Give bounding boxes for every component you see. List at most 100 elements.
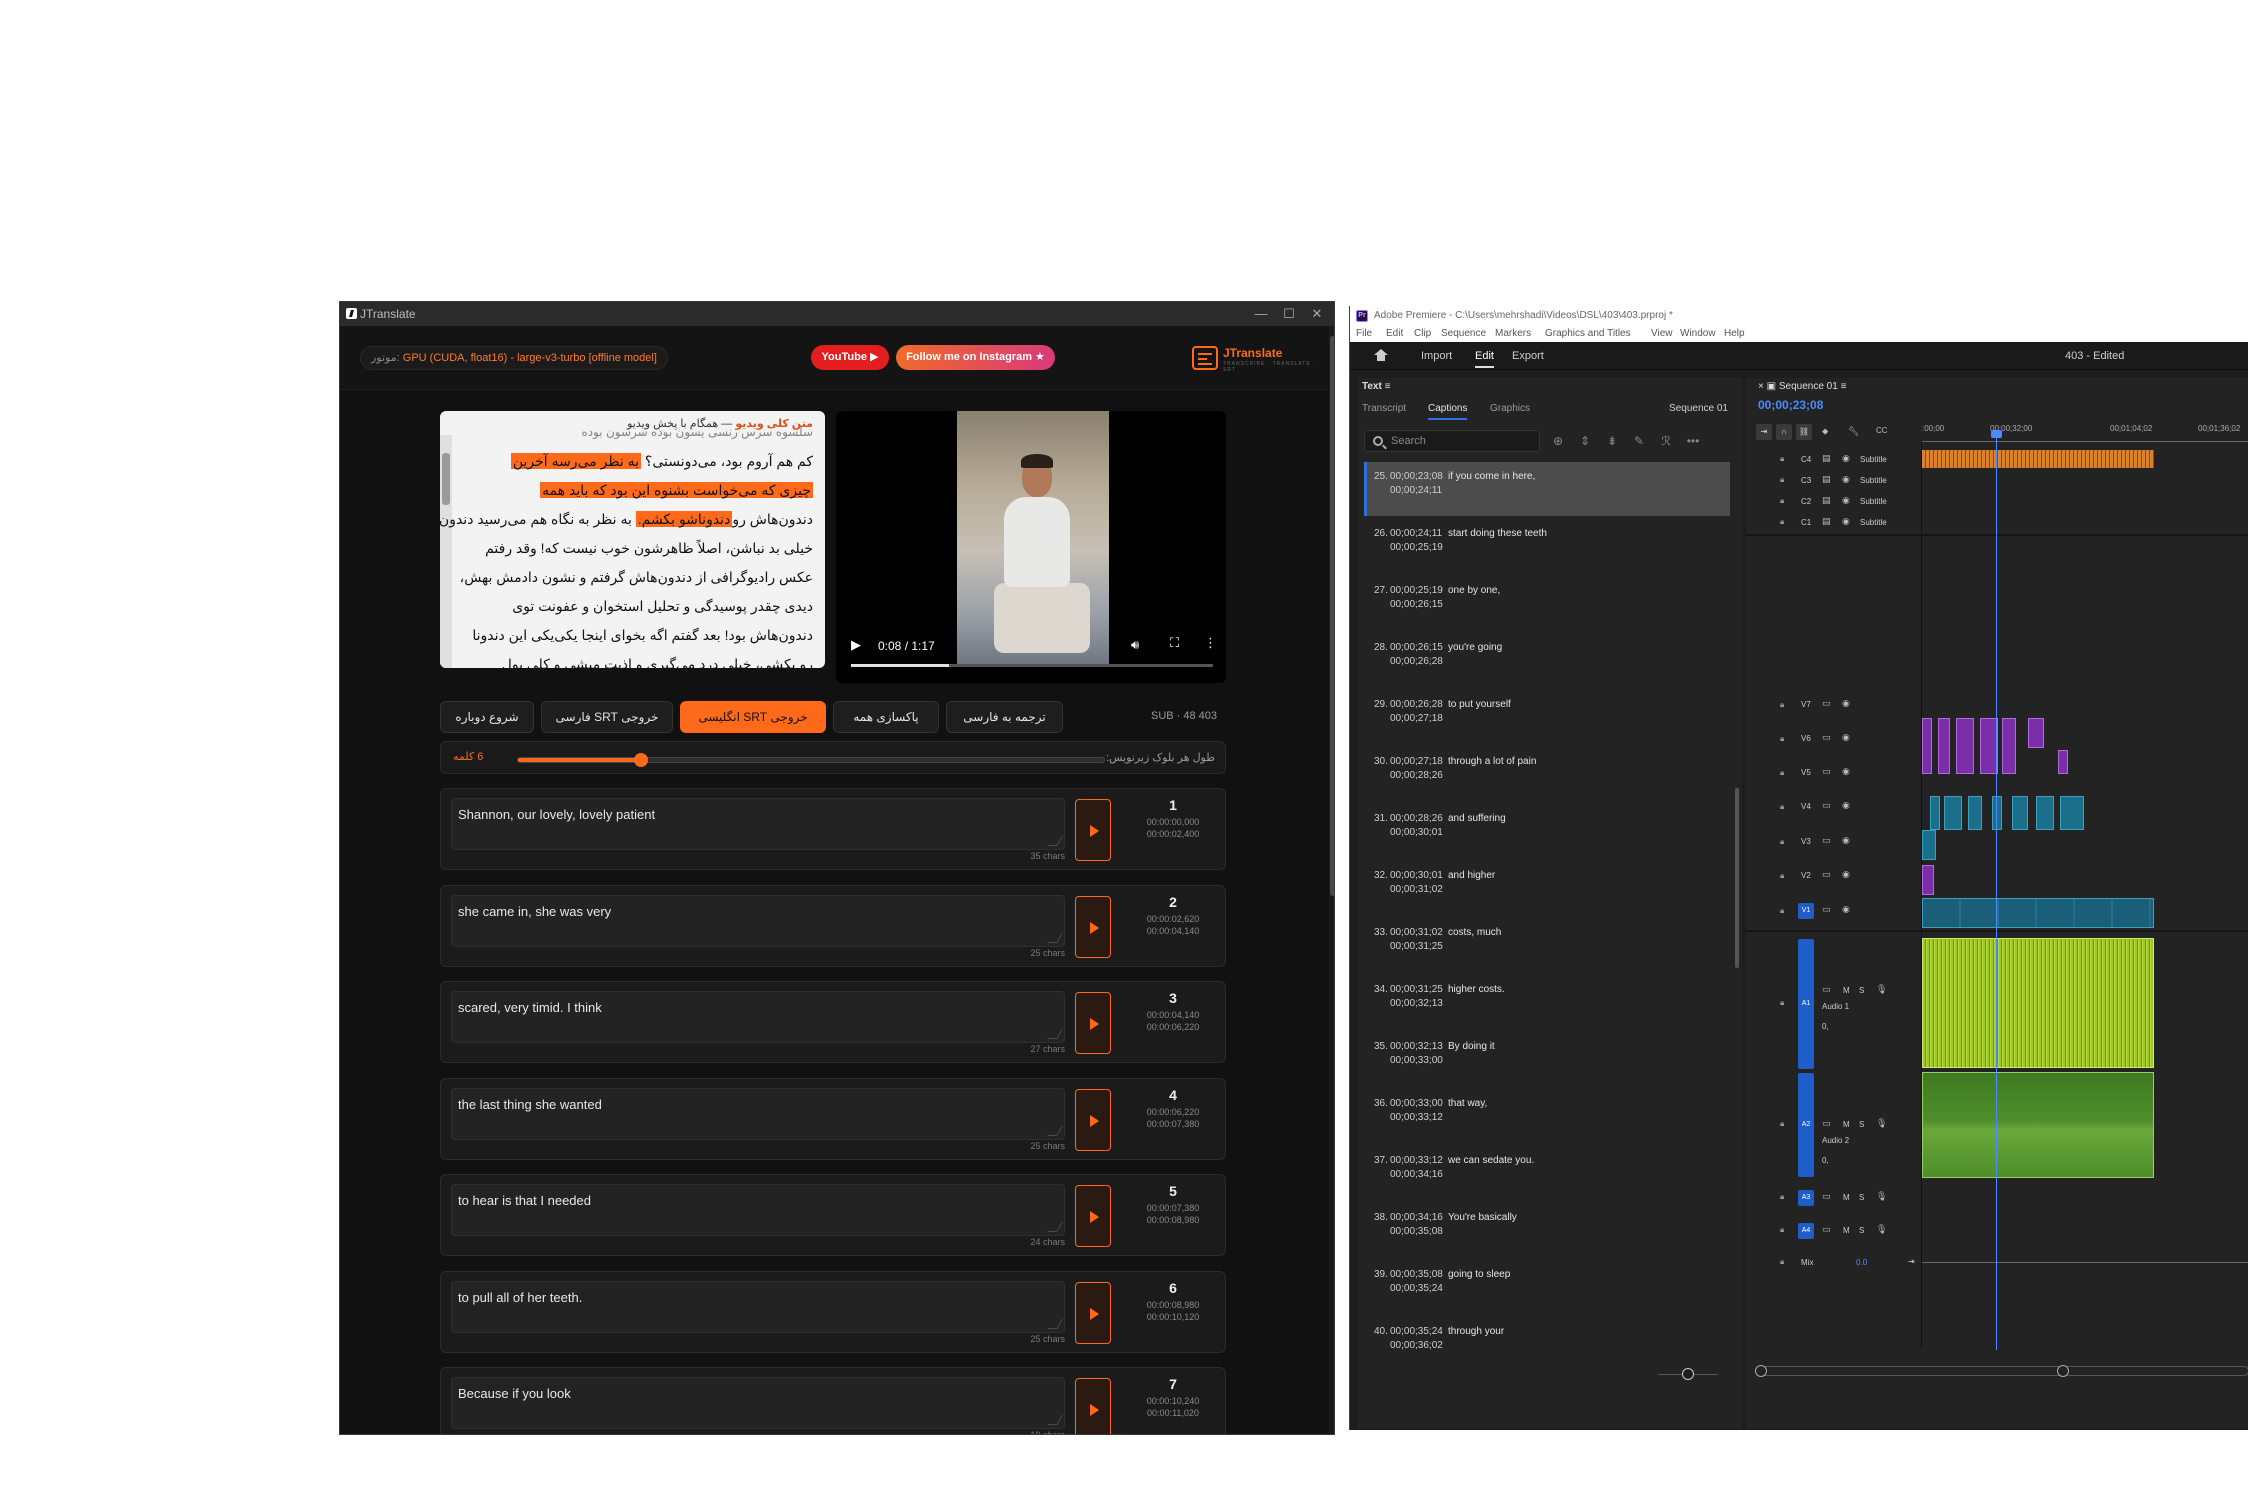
video-clip[interactable] bbox=[1922, 865, 1934, 895]
lock-icon[interactable]: 🔒︎ bbox=[1780, 837, 1784, 847]
track-id[interactable]: A2 bbox=[1798, 1073, 1814, 1177]
mix-value[interactable]: 0.0 bbox=[1856, 1258, 1867, 1267]
caption-text[interactable]: to put yourself bbox=[1448, 699, 1511, 710]
eye-icon[interactable]: ◉ bbox=[1842, 904, 1850, 915]
play-block-button[interactable] bbox=[1075, 992, 1111, 1054]
solo-button[interactable]: S bbox=[1859, 1193, 1864, 1202]
caption-text[interactable]: and suffering bbox=[1448, 813, 1506, 824]
eye-icon[interactable]: ◉ bbox=[1842, 869, 1850, 880]
eye-icon[interactable]: ◉ bbox=[1842, 766, 1850, 777]
wrench-icon[interactable]: 🔧︎ bbox=[1848, 426, 1859, 437]
solo-button[interactable]: S bbox=[1859, 1226, 1864, 1235]
play-block-button[interactable] bbox=[1075, 1185, 1111, 1247]
tab-import[interactable]: Import bbox=[1421, 350, 1452, 362]
video-clip[interactable] bbox=[1992, 796, 2002, 830]
caption-row[interactable]: 37. 00;00;33;12 00;00;34;16 we can sedate y… bbox=[1364, 1146, 1730, 1200]
track-volume[interactable]: 0, bbox=[1822, 1156, 1829, 1165]
lock-icon[interactable]: 🔒︎ bbox=[1780, 517, 1784, 527]
captions-icon[interactable]: ▤ bbox=[1822, 495, 1831, 506]
marker-icon[interactable]: ⬥ bbox=[1822, 426, 1828, 437]
instagram-button[interactable]: Follow me on Instagram ★ bbox=[896, 345, 1055, 370]
video-clip[interactable] bbox=[1944, 796, 1962, 830]
sequence-tab[interactable]: × ▣ Sequence 01 ≡ bbox=[1758, 381, 1846, 392]
lock-icon[interactable]: 🔒︎ bbox=[1780, 475, 1784, 485]
menu-clip[interactable]: Clip bbox=[1414, 328, 1431, 339]
transcript-scrollbar[interactable] bbox=[440, 435, 452, 668]
playhead[interactable] bbox=[1996, 430, 1997, 1350]
tab-edit[interactable]: Edit bbox=[1475, 350, 1494, 368]
caption-row[interactable]: 30. 00;00;27;18 00;00;28;26 through a lot o… bbox=[1364, 747, 1730, 801]
film-icon[interactable]: ▭ bbox=[1822, 835, 1831, 846]
close-button[interactable]: ✕ bbox=[1302, 304, 1332, 324]
caption-text[interactable]: higher costs. bbox=[1448, 984, 1505, 995]
subtitle-text-input[interactable]: she came in, she was very bbox=[451, 894, 1065, 947]
lock-icon[interactable]: 🔒︎ bbox=[1780, 871, 1784, 881]
insert-tool-icon[interactable]: ⇥ bbox=[1756, 424, 1772, 440]
maximize-button[interactable]: ☐ bbox=[1274, 304, 1304, 324]
block-length-slider[interactable] bbox=[517, 753, 1105, 767]
scroll-thumb[interactable] bbox=[442, 453, 450, 505]
eye-icon[interactable]: ◉ bbox=[1842, 495, 1850, 506]
microphone-icon[interactable]: 🎙︎ bbox=[1876, 1191, 1887, 1202]
more-options-icon[interactable]: ••• bbox=[1685, 434, 1701, 448]
video-clip[interactable] bbox=[1968, 796, 1982, 830]
solo-button[interactable]: S bbox=[1859, 986, 1864, 995]
caption-row[interactable]: 27. 00;00;25;19 00;00;26;15 one by one, bbox=[1364, 576, 1730, 630]
menu-view[interactable]: View bbox=[1651, 328, 1673, 339]
video-progress[interactable] bbox=[851, 664, 1213, 667]
timeline-timecode[interactable]: 00;00;23;08 bbox=[1758, 398, 1823, 412]
window-scrollbar[interactable] bbox=[1329, 326, 1334, 1434]
eye-icon[interactable]: ◉ bbox=[1842, 698, 1850, 709]
audio-clip-icon[interactable]: ▭ bbox=[1822, 1191, 1831, 1202]
eye-icon[interactable]: ◉ bbox=[1842, 800, 1850, 811]
captions-toggle-icon[interactable]: CC bbox=[1876, 426, 1888, 435]
caption-row[interactable]: 31. 00;00;28;26 00;00;30;01 and suffering bbox=[1364, 804, 1730, 858]
caption-text[interactable]: through a lot of pain bbox=[1448, 756, 1536, 767]
solo-button[interactable]: S bbox=[1859, 1120, 1864, 1129]
film-icon[interactable]: ▭ bbox=[1822, 904, 1831, 915]
microphone-icon[interactable]: 🎙︎ bbox=[1876, 984, 1887, 995]
menu-graphics[interactable]: Graphics and Titles bbox=[1545, 328, 1631, 339]
v1-clip[interactable] bbox=[1922, 898, 2154, 928]
export-srt-english-button[interactable]: خروجی SRT انگلیسی bbox=[680, 701, 826, 733]
caption-text[interactable]: By doing it bbox=[1448, 1041, 1495, 1052]
menu-markers[interactable]: Markers bbox=[1495, 328, 1531, 339]
caption-row[interactable]: 33. 00;00;31;02 00;00;31;25 costs, much bbox=[1364, 918, 1730, 972]
caption-zoom-slider[interactable] bbox=[1658, 1368, 1718, 1380]
caption-text[interactable]: You're basically bbox=[1448, 1212, 1517, 1223]
video-clip[interactable] bbox=[1956, 718, 1974, 774]
track-id[interactable]: A4 bbox=[1798, 1223, 1814, 1239]
video-clip[interactable] bbox=[2036, 796, 2054, 830]
caption-text[interactable]: going to sleep bbox=[1448, 1269, 1510, 1280]
audio-clip-icon[interactable]: ▭ bbox=[1822, 1224, 1831, 1235]
caption-row[interactable]: 25. 00;00;23;08 00;00;24;11 if you come in … bbox=[1364, 462, 1730, 516]
mix-end-icon[interactable]: ⇥ bbox=[1908, 1257, 1915, 1266]
clear-all-button[interactable]: پاکسازی همه bbox=[833, 701, 939, 733]
mute-button[interactable]: M bbox=[1843, 986, 1850, 995]
caption-text[interactable]: one by one, bbox=[1448, 585, 1500, 596]
audio-clip-icon[interactable]: ▭ bbox=[1822, 984, 1831, 995]
subtitle-text-input[interactable]: Because if you look bbox=[451, 1377, 1065, 1429]
time-ruler[interactable] bbox=[1922, 436, 2248, 442]
eye-icon[interactable]: ◉ bbox=[1842, 732, 1850, 743]
caption-row[interactable]: 39. 00;00;35;08 00;00;35;24 going to sleep bbox=[1364, 1260, 1730, 1314]
snap-icon[interactable]: ∩ bbox=[1776, 424, 1792, 440]
audio-2-clip[interactable] bbox=[1922, 1072, 2154, 1178]
lock-icon[interactable]: 🔒︎ bbox=[1780, 906, 1784, 916]
subtitle-text-input[interactable]: Shannon, our lovely, lovely patient bbox=[451, 798, 1065, 850]
eye-icon[interactable]: ◉ bbox=[1842, 474, 1850, 485]
play-icon[interactable]: ▶ bbox=[851, 637, 861, 653]
translate-caption-icon[interactable]: ℛ bbox=[1658, 434, 1674, 448]
caption-text[interactable]: if you come in here, bbox=[1448, 471, 1535, 482]
mute-button[interactable]: M bbox=[1843, 1120, 1850, 1129]
add-caption-icon[interactable]: ⊕ bbox=[1550, 434, 1566, 448]
lock-icon[interactable]: 🔒︎ bbox=[1780, 1225, 1784, 1235]
audio-1-clip[interactable] bbox=[1922, 938, 2154, 1068]
video-clip[interactable] bbox=[1938, 718, 1950, 774]
microphone-icon[interactable]: 🎙︎ bbox=[1876, 1118, 1887, 1129]
caption-scrollbar[interactable] bbox=[1735, 788, 1739, 968]
caption-row[interactable]: 34. 00;00;31;25 00;00;32;13 higher costs. bbox=[1364, 975, 1730, 1029]
film-icon[interactable]: ▭ bbox=[1822, 698, 1831, 709]
more-options-icon[interactable]: ⋮ bbox=[1204, 635, 1217, 651]
caption-text[interactable]: costs, much bbox=[1448, 927, 1501, 938]
